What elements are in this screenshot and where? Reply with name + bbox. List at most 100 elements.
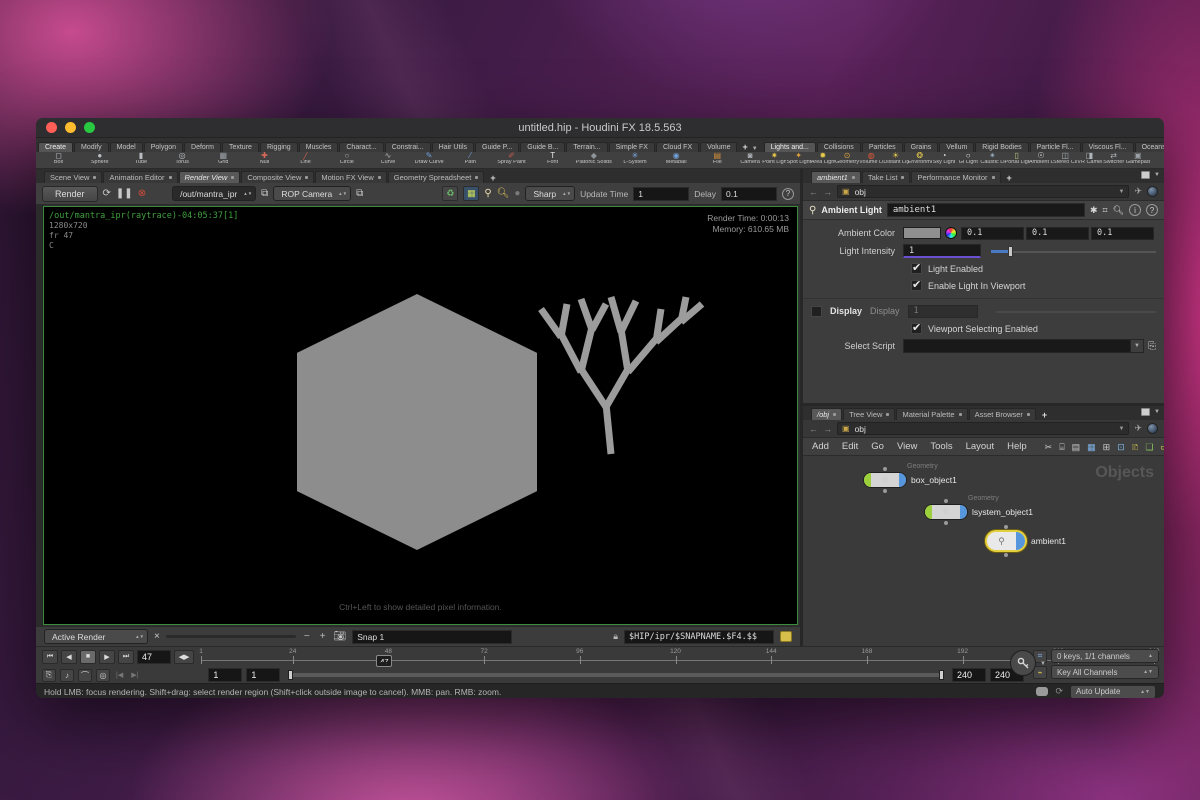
shelf-tab[interactable]: Viscous Fl...	[1082, 142, 1134, 152]
path-dropdown-caret-icon[interactable]: ▼	[1119, 189, 1125, 195]
shelf-tab[interactable]: Oceans	[1135, 142, 1164, 152]
link-orb-icon[interactable]	[1147, 186, 1158, 197]
menu-item[interactable]: Tools	[929, 440, 953, 453]
shelf-tab[interactable]: Hair Utils	[432, 142, 474, 152]
node-name-field[interactable]: ambient1	[887, 203, 1085, 217]
stepper-icon[interactable]: ▲▼	[562, 192, 571, 196]
help-icon[interactable]: ?	[782, 188, 794, 200]
shelf-tool[interactable]: ✹ Area Light	[811, 152, 835, 166]
shelf-tool[interactable]: ▣ Gamepad Camera	[1126, 152, 1150, 166]
node-display-flag[interactable]	[960, 505, 967, 519]
render-viewport[interactable]: /out/mantra_ipr(raytrace)-04:05:37[1] 12…	[43, 206, 798, 625]
shelf-tool[interactable]: ╱ Line	[285, 152, 326, 166]
restart-render-icon[interactable]: ⟳	[103, 189, 111, 199]
shelf-tool[interactable]: ◔ Sky Light	[932, 152, 956, 166]
shelf-tab[interactable]: Texture	[222, 142, 259, 152]
pane-menu-caret-icon[interactable]: ▼	[1154, 172, 1160, 178]
add-pane-tab-button[interactable]: +	[1002, 173, 1017, 183]
stepper-icon[interactable]: ▲▼	[243, 192, 252, 196]
pin-pane-icon[interactable]: ✈	[1134, 186, 1142, 197]
shelf-tool[interactable]: ✦ Spot Light	[786, 152, 810, 166]
go-to-start-button[interactable]: ⏮	[42, 650, 58, 664]
add-shelf-tab-button[interactable]: +	[738, 142, 751, 152]
shelf-tool[interactable]: ✳ L-System	[614, 152, 655, 166]
pane-tab-dot-icon[interactable]	[992, 176, 995, 179]
network-path-field[interactable]: ▣ obj ▼	[837, 422, 1129, 435]
shelf-tab[interactable]: Volume	[700, 142, 737, 152]
preview-mode-icon[interactable]: ▦	[463, 186, 479, 201]
go-to-end-button[interactable]: ⏭	[118, 650, 134, 664]
shelf-tool[interactable]: ⁄ Path	[450, 152, 491, 166]
set-key-button[interactable]	[1010, 650, 1036, 676]
shelf-tool[interactable]: T Font	[532, 152, 573, 166]
title-bar[interactable]: untitled.hip - Houdini FX 18.5.563	[36, 118, 1164, 138]
menu-item[interactable]: Edit	[841, 440, 859, 453]
pane-tab[interactable]: Render View	[179, 171, 241, 183]
record-icon[interactable]: ◎	[96, 669, 110, 682]
shelf-tab[interactable]: Particles	[862, 142, 903, 152]
sticky-note-icon[interactable]: 🗈	[1132, 442, 1139, 452]
pane-splitter-gutter[interactable]	[36, 205, 43, 626]
render-button[interactable]: Render	[42, 186, 98, 202]
light-intensity-slider[interactable]	[991, 245, 1156, 258]
pane-tab[interactable]: Tree View	[843, 408, 895, 420]
shelf-tab[interactable]: Lights and...	[764, 142, 816, 152]
display-value-field[interactable]: 1	[908, 305, 978, 318]
recycle-render-icon[interactable]: ♻	[442, 186, 458, 201]
shelf-tab[interactable]: Muscles	[299, 142, 339, 152]
shelf-tool[interactable]: ◆ Platonic Solids	[573, 152, 614, 166]
performance-options-icon[interactable]: ⌒	[78, 669, 92, 682]
shelf-tab[interactable]: Model	[110, 142, 143, 152]
pane-tab[interactable]: Animation Editor	[103, 171, 177, 183]
shelf-tool[interactable]: ✴ Caustic Light	[980, 152, 1004, 166]
shelf-tool[interactable]: ● Sphere	[79, 152, 120, 166]
playback-end-field[interactable]: 240	[952, 668, 986, 682]
node-help-icon[interactable]: ?	[1146, 204, 1158, 216]
shelf-tab[interactable]: Guide B...	[520, 142, 565, 152]
light-intensity-field[interactable]: 1	[903, 244, 981, 258]
select-script-dropdown-icon[interactable]: ▼	[1130, 340, 1143, 352]
wire-style-icon[interactable]: ▭	[1160, 442, 1164, 452]
channels-flag-icon[interactable]: ⌗	[1102, 205, 1107, 216]
range-end-handle[interactable]	[939, 670, 944, 680]
pane-tab[interactable]: Asset Browser	[969, 408, 1036, 420]
color-component-field[interactable]: 0.1	[1091, 227, 1154, 240]
info-icon[interactable]: i	[1129, 204, 1141, 216]
zoom-out-button[interactable]: −	[302, 631, 312, 642]
network-canvas[interactable]: Objects Geometry box_object1 🌐︎	[803, 456, 1164, 646]
shelf-tab[interactable]: Collisions	[817, 142, 861, 152]
pane-tab-dot-icon[interactable]	[305, 176, 308, 179]
back-icon[interactable]: ←	[809, 187, 818, 197]
add-pane-tab-button[interactable]: +	[485, 173, 500, 183]
pane-tab-dot-icon[interactable]	[886, 413, 889, 416]
color-component-field[interactable]: 0.1	[1026, 227, 1089, 240]
color-palette-icon[interactable]: ▦	[1087, 442, 1096, 452]
network-node[interactable]: Geometry lsystem_object1 🌐︎ ⚲	[924, 504, 968, 520]
light-enabled-checkbox[interactable]	[911, 263, 922, 274]
shelf-tab[interactable]: Modify	[74, 142, 109, 152]
shelf-tab[interactable]: Vellum	[939, 142, 974, 152]
network-box-icon[interactable]: ❏	[1145, 442, 1153, 452]
message-log-icon[interactable]	[1036, 687, 1048, 696]
gear-icon[interactable]: ✱	[1090, 205, 1098, 216]
sharpness-selector[interactable]: Sharp ▲▼	[525, 186, 575, 201]
color-swatch[interactable]	[903, 227, 941, 239]
pane-tab-dot-icon[interactable]	[833, 413, 836, 416]
shelf-tool[interactable]: ▯ Portal Light	[1005, 152, 1029, 166]
shelf-tab[interactable]: Rigging	[260, 142, 298, 152]
pause-render-icon[interactable]: ❚❚	[116, 189, 133, 199]
grid-snap-icon[interactable]: ⊞	[1103, 442, 1111, 452]
playback-range-slider[interactable]	[288, 673, 944, 677]
path-dropdown-caret-icon[interactable]: ▼	[1119, 426, 1125, 432]
shelf-tool[interactable]: ◎ Torus	[162, 152, 203, 166]
pane-tab-dot-icon[interactable]	[378, 176, 381, 179]
pane-tab-dot-icon[interactable]	[1027, 413, 1030, 416]
network-node[interactable]: Geometry box_object1 🌐︎ ⚲	[863, 472, 907, 488]
stop-render-icon[interactable]: ⊗	[138, 189, 146, 199]
active-render-selector[interactable]: Active Render ▲▼	[44, 629, 148, 644]
pane-tab-dot-icon[interactable]	[231, 176, 234, 179]
node-template-flag[interactable]	[864, 473, 871, 487]
pane-tab[interactable]: Motion FX View	[315, 171, 386, 183]
playhead[interactable]: 47	[376, 655, 392, 667]
pane-tab-dot-icon[interactable]	[852, 176, 855, 179]
